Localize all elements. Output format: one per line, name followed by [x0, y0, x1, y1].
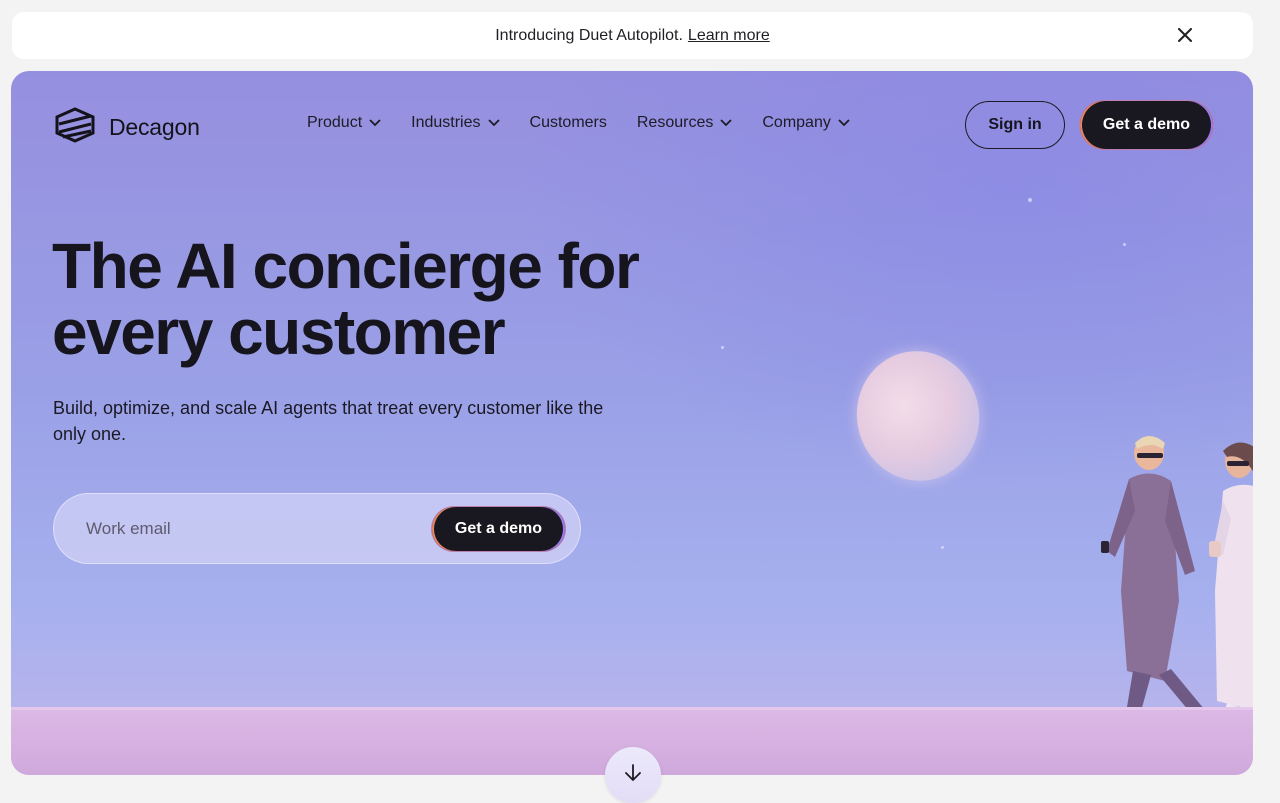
work-email-input[interactable] — [86, 516, 416, 542]
nav-item-label: Resources — [636, 114, 714, 131]
top-navigation: Decagon Product Industries Customers Res… — [11, 71, 1253, 181]
get-demo-nav-button[interactable]: Get a demo — [1080, 101, 1213, 149]
people-walking-image — [1101, 436, 1253, 745]
brand-logo[interactable]: Decagon — [53, 107, 200, 148]
nav-item-label: Customers — [529, 114, 607, 131]
decagon-logo-icon — [53, 107, 97, 148]
nav-item-industries[interactable]: Industries — [411, 114, 500, 132]
moon-image — [844, 339, 992, 493]
hero-headline: The AI concierge for every customer — [52, 233, 692, 365]
sky-sparkle — [941, 546, 944, 549]
learn-more-link[interactable]: Learn more — [688, 27, 770, 45]
nav-item-label: Product — [307, 114, 363, 131]
main-menu: Product Industries Customers Resources C… — [307, 114, 880, 132]
hero-subhead: Build, optimize, and scale AI agents tha… — [53, 398, 604, 444]
announcement-bar: Introducing Duet Autopilot. Learn more — [12, 12, 1253, 59]
demo-signup-form: Get a demo — [53, 493, 581, 564]
chevron-down-icon — [838, 119, 850, 127]
nav-item-resources[interactable]: Resources — [637, 114, 732, 132]
brand-name: Decagon — [109, 114, 200, 140]
nav-item-product[interactable]: Product — [307, 114, 381, 132]
sky-sparkle — [1123, 243, 1126, 246]
chevron-down-icon — [487, 119, 500, 127]
scroll-down-button[interactable] — [605, 747, 661, 803]
announcement-text: Introducing Duet Autopilot. — [495, 26, 683, 44]
sky-sparkle — [1028, 198, 1032, 202]
nav-item-label: Industries — [411, 114, 481, 131]
nav-item-customers[interactable]: Customers — [530, 114, 607, 132]
headline-line-2: every customer — [52, 296, 506, 368]
nav-item-company[interactable]: Company — [762, 114, 850, 132]
nav-item-label: Company — [762, 114, 831, 131]
sky-sparkle — [721, 346, 724, 349]
chevron-down-icon — [720, 119, 732, 127]
arrow-down-icon — [623, 763, 643, 788]
headline-line-1: The AI concierge for — [52, 230, 640, 302]
chevron-down-icon — [369, 119, 381, 127]
hero-section: Decagon Product Industries Customers Res… — [11, 71, 1253, 775]
close-icon[interactable] — [1175, 25, 1195, 45]
get-demo-form-button[interactable]: Get a demo — [432, 507, 565, 551]
sign-in-button[interactable]: Sign in — [965, 101, 1065, 149]
